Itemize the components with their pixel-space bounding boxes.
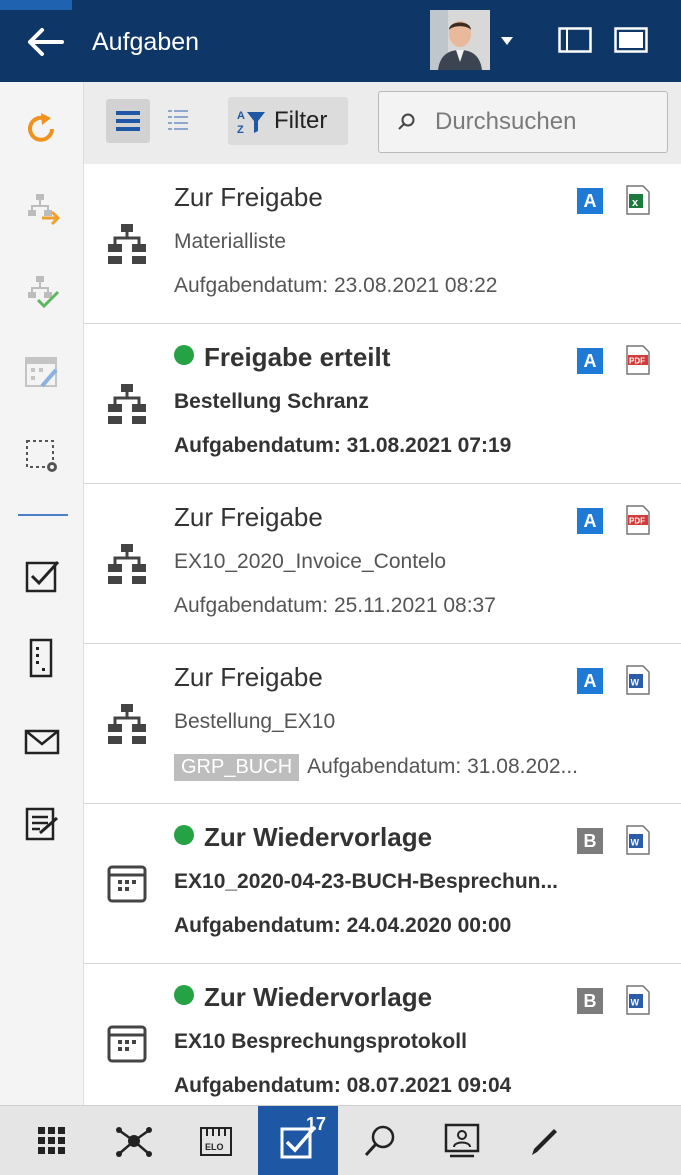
- left-action-rail: [0, 82, 84, 1105]
- svg-text:W: W: [631, 838, 640, 848]
- detail-view-icon[interactable]: [158, 99, 198, 143]
- maximize-icon[interactable]: [614, 27, 648, 53]
- apps-grid-icon[interactable]: [12, 1106, 92, 1175]
- task-item[interactable]: Zur Wiedervorlage EX10_2020-04-23-BUCH-B…: [84, 804, 681, 964]
- mail-icon[interactable]: [22, 722, 62, 762]
- user-avatar[interactable]: [430, 10, 490, 70]
- task-subtitle: Bestellung_EX10: [174, 710, 336, 733]
- list-view-icon[interactable]: [106, 99, 150, 143]
- pdf-file-icon: PDF: [626, 345, 650, 375]
- task-date: Aufgabendatum: 25.11.2021 08:37: [174, 594, 496, 617]
- excel-file-icon: x: [626, 185, 650, 215]
- svg-text:PDF: PDF: [629, 517, 645, 526]
- svg-text:ELO: ELO: [205, 1142, 224, 1152]
- tasks-nav-button[interactable]: 17: [258, 1106, 338, 1175]
- rail-divider: [18, 514, 68, 516]
- task-list: Zur Freigabe Materialliste Aufgabendatum…: [84, 164, 681, 1105]
- priority-badge: B: [577, 988, 603, 1014]
- task-item[interactable]: Zur Freigabe Materialliste Aufgabendatum…: [84, 164, 681, 324]
- header-bar: Aufgaben: [0, 0, 681, 82]
- tasks-icon[interactable]: [22, 556, 62, 596]
- task-date: Aufgabendatum: 31.08.202...: [307, 755, 579, 778]
- svg-text:W: W: [631, 998, 640, 1008]
- workflow-icon: [108, 224, 146, 264]
- accept-workflow-icon[interactable]: [22, 272, 62, 312]
- status-dot: [174, 985, 194, 1005]
- chevron-down-icon[interactable]: [499, 33, 515, 49]
- select-settings-icon[interactable]: [22, 436, 62, 476]
- task-title: Zur Wiedervorlage: [174, 982, 432, 1013]
- svg-text:A: A: [237, 110, 245, 122]
- task-date: Aufgabendatum: 24.04.2020 00:00: [174, 914, 512, 937]
- header-accent: [0, 0, 72, 10]
- filter-button[interactable]: AZ Filter: [228, 97, 348, 145]
- task-item[interactable]: Zur Wiedervorlage EX10 Besprechungsproto…: [84, 964, 681, 1105]
- task-subtitle: Bestellung Schranz: [174, 390, 369, 413]
- task-date: Aufgabendatum: 08.07.2021 09:04: [174, 1074, 512, 1097]
- task-date: Aufgabendatum: 31.08.2021 07:19: [174, 434, 512, 457]
- svg-text:x: x: [632, 197, 639, 209]
- filter-label: Filter: [274, 107, 328, 134]
- network-icon[interactable]: [94, 1106, 174, 1175]
- priority-badge: B: [577, 828, 603, 854]
- task-title: Freigabe erteilt: [174, 342, 390, 373]
- search-icon[interactable]: [340, 1106, 420, 1175]
- calendar-edit-icon[interactable]: [22, 352, 62, 392]
- task-subtitle: EX10_2020_Invoice_Contelo: [174, 550, 447, 573]
- task-title: Zur Freigabe: [174, 182, 323, 212]
- app-window: Aufgaben A Z Filter Durchsuchen Zur Frei…: [0, 0, 681, 1175]
- task-title: Zur Freigabe: [174, 662, 323, 692]
- priority-badge: A: [577, 668, 603, 694]
- single-pane-icon[interactable]: [558, 27, 592, 53]
- calendar-icon: [107, 1025, 147, 1063]
- task-subtitle: Materialliste: [174, 230, 287, 253]
- page-title: Aufgaben: [92, 28, 200, 56]
- priority-badge: A: [577, 508, 603, 534]
- pdf-file-icon: PDF: [626, 505, 650, 535]
- word-file-icon: W: [626, 825, 650, 855]
- word-file-icon: W: [626, 665, 650, 695]
- tasks-count-badge: 17: [306, 1114, 327, 1134]
- priority-badge: A: [577, 348, 603, 374]
- search-input[interactable]: Durchsuchen: [378, 91, 668, 153]
- task-title: Zur Freigabe: [174, 502, 323, 532]
- contacts-icon[interactable]: [422, 1106, 502, 1175]
- task-item[interactable]: Zur Freigabe Bestellung_EX10 GRP_BUCH Auf…: [84, 644, 681, 804]
- workflow-icon: [108, 384, 146, 424]
- elo-archive-icon[interactable]: ELO: [176, 1106, 256, 1175]
- workflow-icon: [108, 704, 146, 744]
- list-toolbar: AZ Filter Durchsuchen: [84, 82, 681, 164]
- task-title: Zur Wiedervorlage: [174, 822, 432, 853]
- word-file-icon: W: [626, 985, 650, 1015]
- task-date: Aufgabendatum: 23.08.2021 08:22: [174, 274, 498, 297]
- svg-text:Z: Z: [237, 124, 244, 136]
- sort-filter-icon: AZ: [237, 110, 265, 136]
- calendar-icon: [107, 865, 147, 903]
- refresh-icon[interactable]: [22, 108, 62, 148]
- task-item[interactable]: Freigabe erteilt Bestellung Schranz Aufg…: [84, 324, 681, 484]
- status-dot: [174, 825, 194, 845]
- pen-icon[interactable]: [504, 1106, 584, 1175]
- task-subtitle: EX10 Besprechungsprotokoll: [174, 1030, 467, 1053]
- search-icon: [398, 113, 415, 130]
- task-item[interactable]: Zur Freigabe EX10_2020_Invoice_Contelo A…: [84, 484, 681, 644]
- group-tag: GRP_BUCH: [174, 754, 300, 781]
- arrow-left-icon[interactable]: [24, 22, 68, 62]
- task-subtitle: EX10_2020-04-23-BUCH-Besprechun...: [174, 870, 558, 893]
- checklist-icon[interactable]: [22, 804, 62, 844]
- forward-workflow-icon[interactable]: [22, 190, 62, 230]
- workflow-icon: [108, 544, 146, 584]
- bottom-navigation: ELO 17: [0, 1105, 681, 1175]
- svg-text:W: W: [631, 678, 640, 688]
- search-placeholder: Durchsuchen: [435, 108, 577, 135]
- task-date-line: GRP_BUCH Aufgabendatum: 31.08.202...: [174, 754, 578, 781]
- status-dot: [174, 345, 194, 365]
- priority-badge: A: [577, 188, 603, 214]
- svg-text:PDF: PDF: [629, 357, 645, 366]
- form-icon[interactable]: [22, 638, 62, 678]
